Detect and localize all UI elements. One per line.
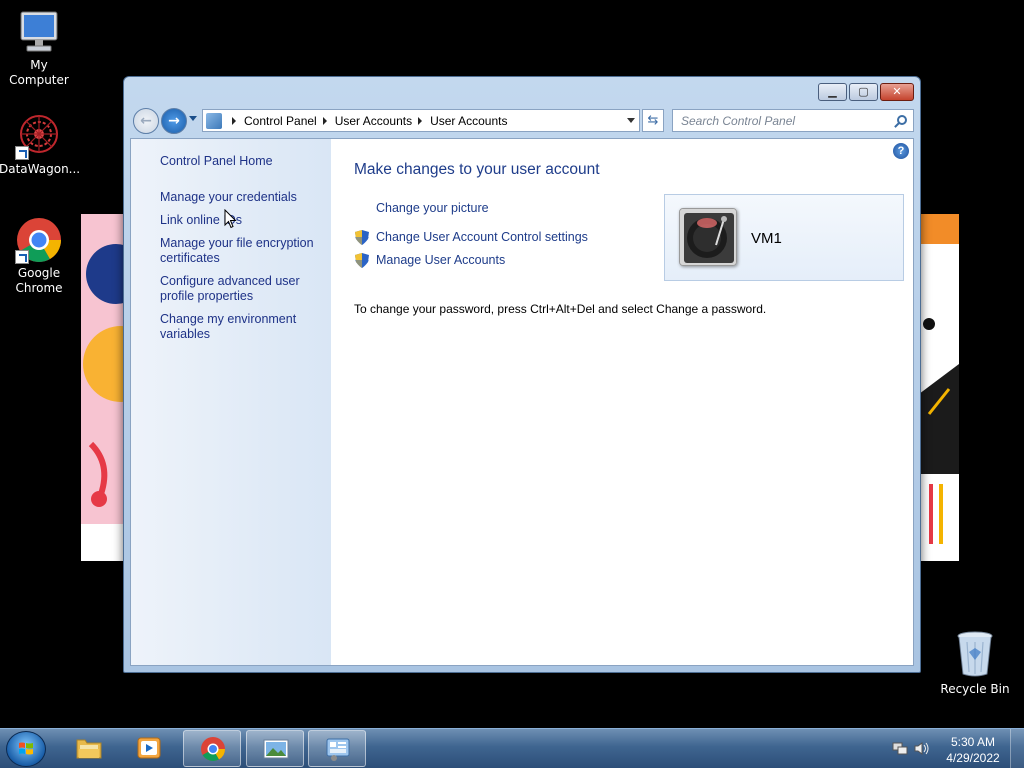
environment-variables-link[interactable]: Change my environment variables xyxy=(160,312,325,342)
recycle-bin-icon xyxy=(955,630,995,678)
computer-icon xyxy=(15,8,63,56)
desktop-icon-datawagon[interactable]: DataWagon... xyxy=(0,112,81,177)
uac-shield-icon xyxy=(355,253,369,268)
taskbar: 5:30 AM 4/29/2022 xyxy=(0,728,1024,768)
taskbar-control-panel-button[interactable] xyxy=(308,730,366,767)
forward-arrow-icon: → xyxy=(168,113,180,129)
taskbar-chrome-button[interactable] xyxy=(183,730,241,767)
mouse-cursor-icon xyxy=(224,209,237,229)
clock[interactable]: 5:30 AM 4/29/2022 xyxy=(942,734,1004,766)
link-online-ids-link[interactable]: Link online IDs xyxy=(160,213,325,228)
change-picture-link[interactable]: Change your picture xyxy=(376,201,489,215)
breadcrumb-separator-icon[interactable] xyxy=(232,116,236,125)
back-arrow-icon: ← xyxy=(140,113,152,129)
desktop-icon-label: Google Chrome xyxy=(15,266,63,295)
desktop-icon-label: DataWagon... xyxy=(0,162,81,176)
file-encryption-certificates-link[interactable]: Manage your file encryption certificates xyxy=(160,236,325,266)
change-uac-settings-link[interactable]: Change User Account Control settings xyxy=(376,230,588,244)
maximize-icon: ▢ xyxy=(858,85,869,98)
desktop-icon-label: My Computer xyxy=(9,58,69,87)
shortcut-arrow-icon xyxy=(15,250,29,264)
manage-credentials-link[interactable]: Manage your credentials xyxy=(160,190,325,205)
minimize-icon: ▁ xyxy=(828,85,837,98)
page-title: Make changes to your user account xyxy=(354,161,600,178)
folder-icon xyxy=(76,739,102,759)
control-panel-icon xyxy=(326,738,350,761)
advanced-profile-properties-link[interactable]: Configure advanced user profile properti… xyxy=(160,274,325,304)
address-bar[interactable]: Control Panel User Accounts User Account… xyxy=(202,109,640,132)
search-icon[interactable] xyxy=(897,115,907,125)
network-icon[interactable] xyxy=(892,741,908,756)
clock-time: 5:30 AM xyxy=(950,735,996,749)
close-icon: ✕ xyxy=(892,85,902,98)
windows-logo-icon xyxy=(19,742,33,755)
show-desktop-button[interactable] xyxy=(1010,729,1024,768)
close-button[interactable]: ✕ xyxy=(880,83,914,101)
desktop-icon-google-chrome[interactable]: Google Chrome xyxy=(0,216,79,296)
desktop-icon-recycle-bin[interactable]: Recycle Bin xyxy=(940,630,1010,696)
main-pane: ? Make changes to your user account Chan… xyxy=(331,139,913,665)
wallpaper-fragment-left xyxy=(81,214,125,561)
refresh-button[interactable]: ⇆ xyxy=(642,109,664,132)
desktop-icon-my-computer[interactable]: My Computer xyxy=(0,8,79,88)
forward-button[interactable]: → xyxy=(161,108,187,134)
media-player-icon xyxy=(137,737,161,759)
minimize-button[interactable]: ▁ xyxy=(818,83,847,101)
search-input[interactable]: Search Control Panel xyxy=(672,109,914,132)
breadcrumb-user-accounts[interactable]: User Accounts xyxy=(335,114,412,128)
recent-pages-dropdown[interactable] xyxy=(189,116,197,121)
system-tray: 5:30 AM 4/29/2022 xyxy=(886,729,1024,768)
account-card: VM1 xyxy=(664,194,904,281)
chrome-icon xyxy=(15,216,63,264)
taskbar-photo-viewer-button[interactable] xyxy=(246,730,304,767)
user-accounts-window: ▁ ▢ ✕ ← → Control Panel User Accounts Us… xyxy=(123,76,921,673)
shortcut-arrow-icon xyxy=(15,146,29,160)
manage-user-accounts-link[interactable]: Manage User Accounts xyxy=(376,253,505,267)
photo-viewer-icon xyxy=(263,739,289,759)
volume-icon[interactable] xyxy=(914,741,930,756)
refresh-icon: ⇆ xyxy=(647,113,659,128)
breadcrumb-user-accounts-current[interactable]: User Accounts xyxy=(430,114,507,128)
password-instructions: To change your password, press Ctrl+Alt+… xyxy=(354,302,767,316)
breadcrumb-separator-icon[interactable] xyxy=(322,116,327,125)
chrome-icon xyxy=(201,737,225,762)
address-dropdown-icon[interactable] xyxy=(627,118,635,123)
desktop-icon-label: Recycle Bin xyxy=(940,682,1010,696)
datawagon-icon xyxy=(15,112,63,160)
taskbar-media-player-button[interactable] xyxy=(120,730,178,767)
caption-buttons: ▁ ▢ ✕ xyxy=(818,83,914,101)
breadcrumb-control-panel[interactable]: Control Panel xyxy=(244,114,317,128)
breadcrumb-separator-icon[interactable] xyxy=(418,116,423,125)
back-button[interactable]: ← xyxy=(133,108,159,134)
control-panel-icon xyxy=(206,112,222,129)
start-button[interactable] xyxy=(6,731,46,767)
maximize-button[interactable]: ▢ xyxy=(849,83,878,101)
account-picture[interactable] xyxy=(679,208,737,266)
search-placeholder: Search Control Panel xyxy=(681,114,796,128)
account-name: VM1 xyxy=(751,230,782,247)
help-icon[interactable]: ? xyxy=(893,143,909,159)
uac-shield-icon xyxy=(355,230,369,245)
navigation-bar: ← → Control Panel User Accounts User Acc… xyxy=(132,108,914,134)
content-area: Control Panel Home Manage your credentia… xyxy=(130,138,914,666)
control-panel-home-link[interactable]: Control Panel Home xyxy=(160,154,325,169)
clock-date: 4/29/2022 xyxy=(946,751,1000,765)
wallpaper-fragment-right xyxy=(919,214,959,561)
taskbar-explorer-button[interactable] xyxy=(60,730,118,767)
